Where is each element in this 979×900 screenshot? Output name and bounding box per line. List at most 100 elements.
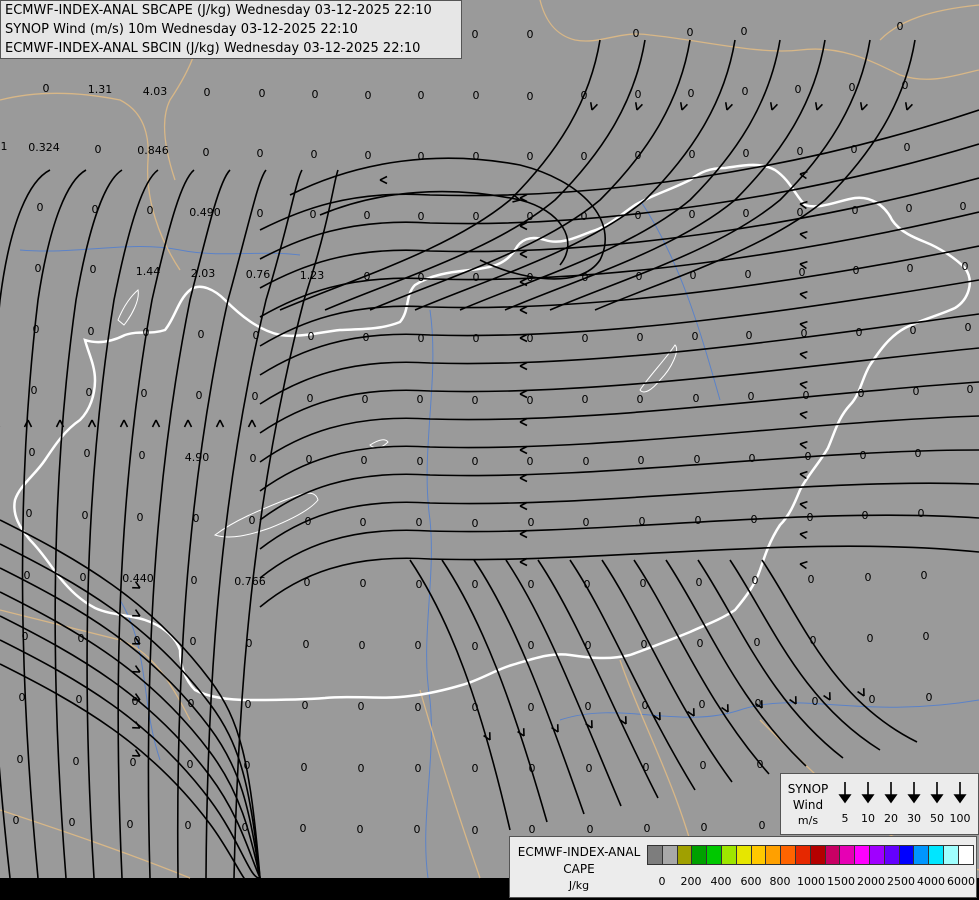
cape-color-swatch	[824, 845, 841, 865]
station-value: 0	[307, 392, 314, 405]
station-value: 0.76	[246, 268, 271, 281]
station-value: 0	[860, 449, 867, 462]
cape-scale-tick: 1000	[797, 875, 825, 888]
cape-color-swatch	[869, 845, 885, 865]
station-value: 0	[754, 636, 761, 649]
station-value: 0	[907, 262, 914, 275]
station-value: 0	[311, 148, 318, 161]
wind-arrow-icon	[838, 782, 852, 804]
station-value: 0	[585, 639, 592, 652]
station-value: 0	[418, 271, 425, 284]
station-value: 0	[139, 449, 146, 462]
cape-color-swatch	[780, 845, 796, 865]
wind-arrow-icon	[907, 782, 921, 804]
station-value: 0	[416, 516, 423, 529]
station-value: 0	[690, 269, 697, 282]
station-value: 0	[242, 821, 249, 834]
station-value: 0	[361, 454, 368, 467]
cape-scale-tick: 4000	[917, 875, 945, 888]
station-value: 0	[198, 328, 205, 341]
station-value: 0	[127, 818, 134, 831]
station-value: 0	[303, 638, 310, 651]
station-value: 0	[185, 819, 192, 832]
station-value: 0	[82, 509, 89, 522]
station-value: 0	[810, 634, 817, 647]
station-value: 0	[245, 698, 252, 711]
station-value: 4.03	[143, 85, 168, 98]
station-value: 0	[752, 574, 759, 587]
cape-color-swatch	[913, 845, 930, 865]
station-value: 0	[643, 761, 650, 774]
station-value: 0	[642, 699, 649, 712]
station-value: 0	[812, 695, 819, 708]
station-value: 0	[639, 515, 646, 528]
station-value: 0	[363, 331, 370, 344]
station-value: 0	[472, 517, 479, 530]
station-value: 0	[902, 79, 909, 92]
station-value: 0	[95, 143, 102, 156]
station-value: 0	[84, 447, 91, 460]
station-value: 0	[852, 204, 859, 217]
station-value: 0	[745, 268, 752, 281]
station-value: 0	[472, 701, 479, 714]
station-value: 0	[926, 691, 933, 704]
station-value: 0	[137, 511, 144, 524]
wind-arrow-icon	[930, 782, 944, 804]
station-value: 0	[687, 26, 694, 39]
station-value: 0	[805, 450, 812, 463]
station-value: 0	[527, 394, 534, 407]
cape-color-swatch	[691, 845, 708, 865]
station-value: 0	[801, 327, 808, 340]
station-value: 0	[472, 455, 479, 468]
station-value: 0	[635, 88, 642, 101]
station-value: 0	[134, 634, 141, 647]
cape-legend-title: CAPE	[563, 862, 595, 876]
station-value: 0	[418, 150, 425, 163]
cape-color-swatch	[809, 845, 826, 865]
station-value: 0	[755, 697, 762, 710]
station-value: 0	[689, 148, 696, 161]
station-value: 0	[73, 755, 80, 768]
station-value: 0	[302, 699, 309, 712]
station-value: 0	[637, 331, 644, 344]
station-value: 0	[586, 762, 593, 775]
station-value: 0	[188, 697, 195, 710]
station-value: 0	[751, 513, 758, 526]
station-value: 0	[473, 150, 480, 163]
station-value: 0	[582, 332, 589, 345]
header-line-cin: ECMWF-INDEX-ANAL SBCIN (J/kg) Wednesday …	[5, 41, 421, 56]
station-value: 0	[699, 698, 706, 711]
station-value: 0	[904, 141, 911, 154]
station-value: 1.31	[88, 83, 113, 96]
cape-scale-tick: 200	[680, 875, 702, 888]
station-value: 0	[862, 509, 869, 522]
station-value: 0	[29, 446, 36, 459]
station-value: 1.44	[136, 265, 161, 278]
station-value: 0	[472, 28, 479, 41]
cape-color-swatch	[898, 845, 915, 865]
station-value: 0	[582, 393, 589, 406]
station-value: 0	[472, 394, 479, 407]
station-value: 0	[257, 147, 264, 160]
station-value: 0	[858, 387, 865, 400]
station-value: 0	[37, 201, 44, 214]
station-value: 0	[869, 693, 876, 706]
station-value: 0	[360, 516, 367, 529]
wind-arrow-icon	[861, 782, 875, 804]
station-value: 0	[528, 701, 535, 714]
synop-wind-legend: SYNOP Wind m/s 5 10 20 30 50 100	[780, 773, 979, 835]
station-value: 0	[88, 325, 95, 338]
station-value: 0	[637, 393, 644, 406]
station-value: 0	[962, 260, 969, 273]
station-value: 0	[31, 384, 38, 397]
station-value: 0	[250, 452, 257, 465]
station-value: 0.846	[137, 144, 169, 157]
station-value: 0	[851, 143, 858, 156]
station-value: 0	[692, 330, 699, 343]
cape-legend-unit: J/kg	[568, 879, 590, 892]
station-value: 0	[638, 454, 645, 467]
header-line-cape: ECMWF-INDEX-ANAL SBCAPE (J/kg) Wednesday…	[5, 3, 432, 18]
station-value: 0	[69, 816, 76, 829]
station-value: 0	[644, 822, 651, 835]
station-value: 0	[795, 83, 802, 96]
